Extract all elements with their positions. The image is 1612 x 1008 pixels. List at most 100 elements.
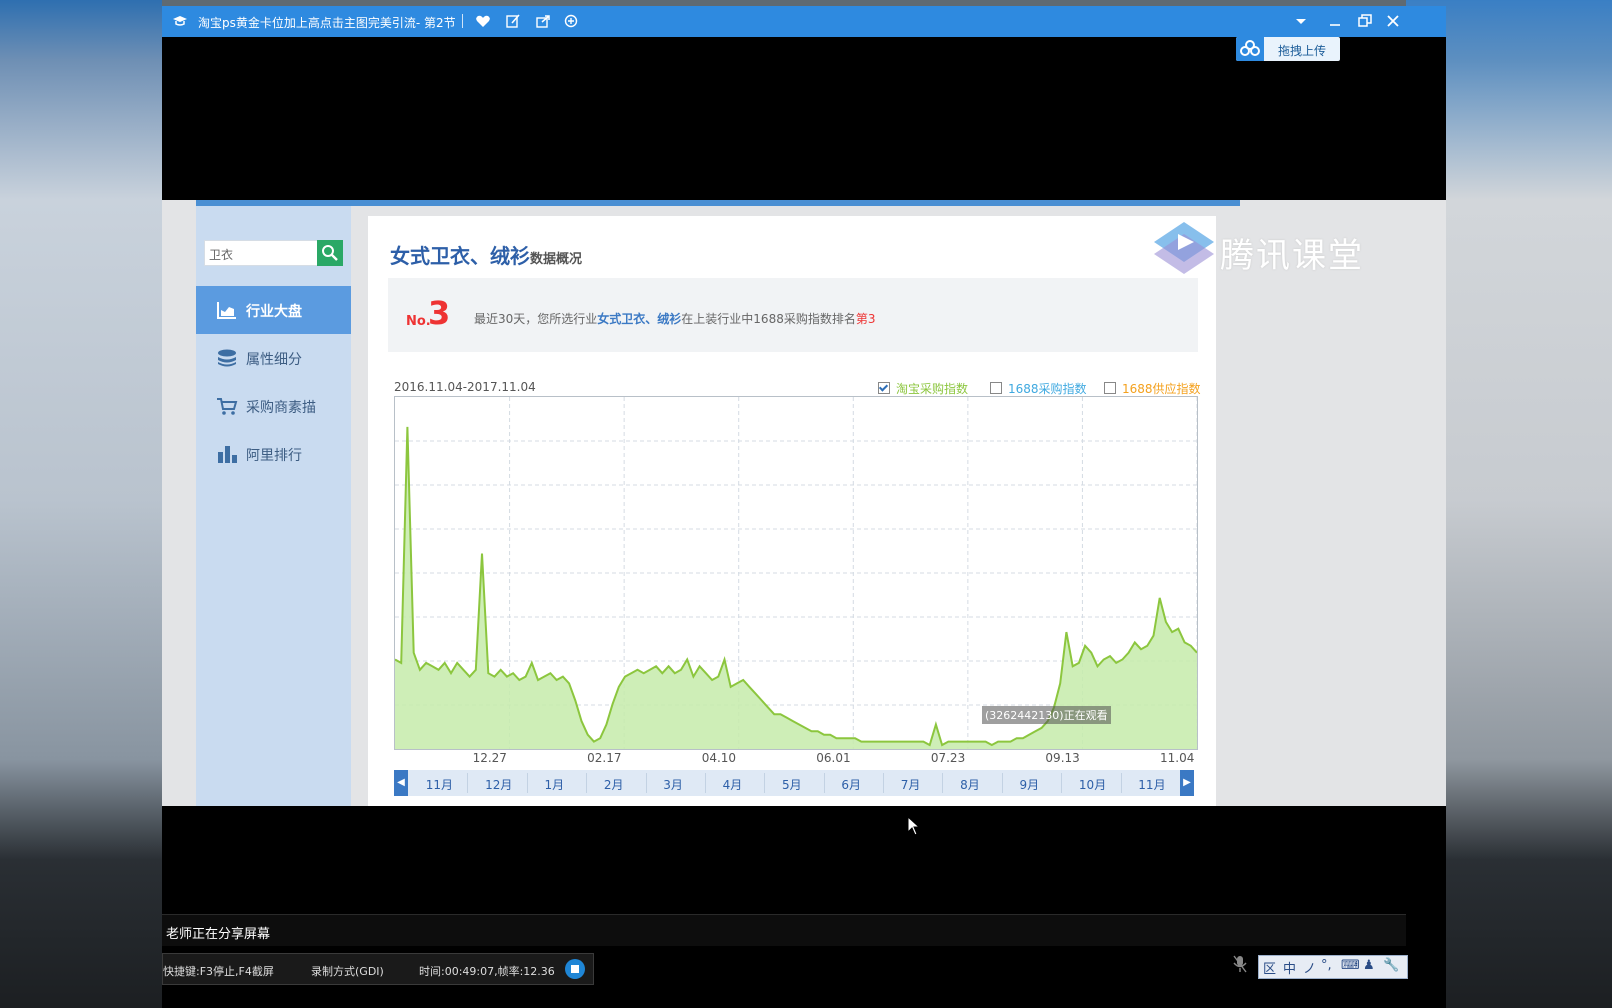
rank-position: 第3: [855, 312, 876, 326]
window-title: 淘宝ps黄金卡位加上高点击主图完美引流- 第2节: [198, 16, 456, 30]
screen-top-strip: [196, 200, 1240, 206]
ime-punctuation-icon[interactable]: °,: [1321, 958, 1332, 973]
ime-mode-icon[interactable]: 区: [1263, 958, 1276, 977]
rank-text: 最近30天，您所选行业: [474, 312, 598, 326]
chart-area-icon: [217, 302, 236, 319]
date-range: 2016.11.04-2017.11.04: [394, 380, 536, 394]
play-logo-icon: [1154, 222, 1214, 274]
x-tick-label: 09.13: [1045, 751, 1080, 765]
rank-summary: No. 3 最近30天，您所选行业女式卫衣、绒衫在上装行业中1688采购指数排名…: [388, 278, 1198, 352]
record-mode: 录制方式(GDI): [311, 965, 384, 978]
cart-icon: [217, 398, 238, 415]
month-tab[interactable]: 6月: [841, 776, 861, 793]
close-icon[interactable]: [1384, 12, 1402, 30]
stop-icon: [571, 965, 579, 973]
month-prev-arrow-icon[interactable]: ◀: [394, 770, 408, 796]
ime-settings-icon[interactable]: 🔧: [1383, 958, 1399, 973]
month-divider: [704, 773, 706, 793]
legend-1688-supply[interactable]: 1688供应指数: [1104, 380, 1201, 397]
month-divider: [1120, 773, 1122, 793]
trend-chart[interactable]: [394, 396, 1198, 750]
month-divider: [883, 773, 885, 793]
sidebar: 卫衣 行业大盘 属性细分 采购商素描 阿里排行: [196, 206, 351, 806]
month-tab[interactable]: 12月: [485, 776, 512, 793]
sidebar-item-ranking[interactable]: 阿里排行: [196, 430, 351, 478]
ime-keyboard-icon[interactable]: ⌨: [1341, 958, 1360, 973]
player-window: 淘宝ps黄金卡位加上高点击主图完美引流- 第2节 拖拽上传 卫衣 行业大盘 属性…: [162, 6, 1446, 1008]
ime-halfwidth-icon[interactable]: ノ: [1303, 958, 1316, 977]
month-divider: [645, 773, 647, 793]
layers-icon: [218, 349, 236, 367]
minimize-icon[interactable]: [1326, 12, 1344, 30]
series-area-taobao: [395, 426, 1197, 749]
shared-screen: 卫衣 行业大盘 属性细分 采购商素描 阿里排行 女式卫衣、绒衫数据概况 No. …: [162, 200, 1446, 806]
rank-text: 在上装行业中1688采购指数排名: [681, 312, 856, 326]
bar-chart-icon: [218, 446, 237, 463]
month-tab[interactable]: 4月: [723, 776, 743, 793]
sharing-status-text: 老师正在分享屏幕: [166, 927, 271, 942]
month-divider: [942, 773, 944, 793]
sidebar-item-buyers[interactable]: 采购商素描: [196, 382, 351, 430]
ime-toolbar[interactable]: 区 中 ノ °, ⌨ ♟ 🔧: [1258, 955, 1408, 979]
month-tab[interactable]: 9月: [1020, 776, 1040, 793]
search-input[interactable]: 卫衣: [204, 240, 318, 266]
checkbox-icon: [1104, 382, 1116, 394]
stop-record-button[interactable]: [565, 959, 585, 979]
page-title-suffix: 数据概况: [530, 252, 583, 267]
watermark-text: 腾讯课堂: [1220, 236, 1364, 276]
heart-icon[interactable]: [475, 13, 491, 29]
page-title: 女式卫衣、绒衫数据概况: [390, 240, 582, 269]
month-divider: [467, 773, 469, 793]
sidebar-item-industry[interactable]: 行业大盘: [196, 286, 351, 334]
shortcut-hint: 快捷键:F3停止,F4截屏: [163, 965, 274, 978]
month-tab[interactable]: 10月: [1079, 776, 1106, 793]
ime-user-icon[interactable]: ♟: [1363, 958, 1375, 973]
search-button[interactable]: [317, 240, 343, 266]
mic-muted-icon[interactable]: [1232, 954, 1248, 974]
desktop-background-left: [0, 0, 162, 1008]
legend-1688-purchase[interactable]: 1688采购指数: [990, 380, 1087, 397]
month-divider: [764, 773, 766, 793]
title-bar: 淘宝ps黄金卡位加上高点击主图完美引流- 第2节: [162, 6, 1446, 37]
month-tab[interactable]: 2月: [604, 776, 624, 793]
x-tick-label: 07.23: [930, 751, 966, 765]
month-tab[interactable]: 11月: [426, 776, 453, 793]
month-divider: [586, 773, 588, 793]
tencent-classroom-watermark: 腾讯课堂: [1152, 220, 1392, 280]
sidebar-item-label: 属性细分: [246, 352, 302, 368]
legend-label: 淘宝采购指数: [896, 382, 969, 396]
month-tab[interactable]: 11月: [1138, 776, 1165, 793]
main-panel: 女式卫衣、绒衫数据概况 No. 3 最近30天，您所选行业女式卫衣、绒衫在上装行…: [368, 216, 1216, 806]
graduation-cap-icon: [173, 16, 187, 26]
recording-status-bar: 快捷键:F3停止,F4截屏 录制方式(GDI) 时间:00:49:07,帧率:1…: [162, 953, 594, 985]
month-tab[interactable]: 8月: [960, 776, 980, 793]
dropdown-arrow-icon[interactable]: [1292, 12, 1310, 30]
sidebar-item-attributes[interactable]: 属性细分: [196, 334, 351, 382]
month-tab[interactable]: 1月: [544, 776, 564, 793]
search-value: 卫衣: [209, 248, 234, 262]
month-next-arrow-icon[interactable]: ▶: [1180, 770, 1194, 796]
month-tab[interactable]: 3月: [663, 776, 683, 793]
drag-upload-button[interactable]: 拖拽上传: [1236, 37, 1340, 61]
sidebar-item-label: 行业大盘: [246, 304, 302, 320]
checkbox-icon: [990, 382, 1002, 394]
share-icon[interactable]: [535, 13, 551, 29]
month-divider: [1061, 773, 1063, 793]
restore-icon[interactable]: [1356, 12, 1374, 30]
x-tick-label: 11.04: [1160, 751, 1195, 765]
x-tick-label: 12.27: [472, 751, 507, 765]
legend-label: 1688供应指数: [1122, 382, 1201, 396]
rank-number: 3: [428, 294, 451, 332]
month-tab[interactable]: 7月: [901, 776, 921, 793]
legend-taobao[interactable]: 淘宝采购指数: [878, 380, 968, 397]
sidebar-item-label: 阿里排行: [246, 448, 302, 464]
edit-icon[interactable]: [505, 13, 521, 29]
sharing-status-bar: 老师正在分享屏幕: [162, 914, 1406, 946]
ime-chinese-toggle[interactable]: 中: [1283, 958, 1296, 977]
cloud-upload-icon: [1236, 37, 1264, 61]
month-navigator[interactable]: ◀ ▶ 11月 12月 1月 2月 3月 4月 5月 6月 7月 8月 9月 10月 11月: [394, 770, 1194, 796]
month-tab[interactable]: 5月: [782, 776, 802, 793]
upload-label: 拖拽上传: [1278, 44, 1327, 58]
gift-icon[interactable]: [563, 13, 579, 29]
month-divider: [1001, 773, 1003, 793]
